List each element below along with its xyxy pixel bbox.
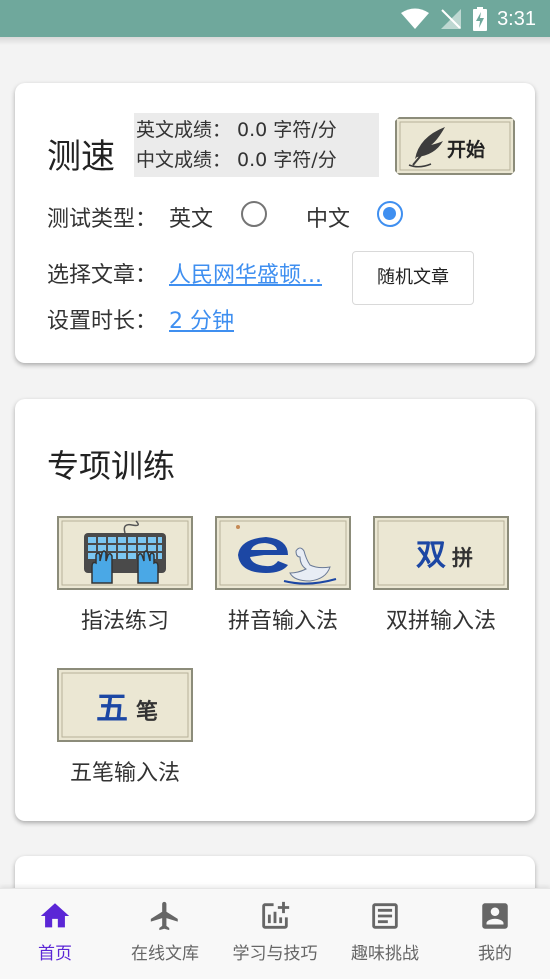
shuangpin-char-1: 双 [416,538,446,573]
english-score: 英文成绩： 0.0 字符/分 [136,119,337,141]
shuangpin-icon: 双 拼 [373,516,509,590]
wifi-icon [401,8,430,29]
nav-home-label: 首页 [38,944,72,964]
bottom-nav: 首页 在线文库 学习与技巧 趣味挑战 我的 [0,888,550,979]
article-icon [372,903,398,929]
test-type-label: 测试类型： [47,207,158,232]
pinyin-e-swan-icon [215,516,351,590]
wubi-icon: 五 笔 [57,668,193,742]
airplane-icon [150,901,178,931]
chinese-radio[interactable] [377,201,403,227]
nav-mine[interactable]: 我的 [440,899,550,964]
chinese-option-label[interactable]: 中文 [306,201,350,233]
status-icons: 3:31 [401,6,536,32]
nav-home[interactable]: 首页 [0,899,110,964]
training-title: 专项训练 [47,447,176,485]
nav-learning-label: 学习与技巧 [232,944,318,964]
english-option-label[interactable]: 英文 [169,201,213,233]
wubi-char-1: 五 [96,689,128,727]
shuangpin-tile[interactable]: 双 拼 双拼输入法 [366,515,516,635]
keyboard-hands-icon [57,516,193,590]
speed-test-title: 测速 [47,137,115,177]
pinyin-tile[interactable]: 拼音输入法 [208,515,358,635]
nav-challenge-label: 趣味挑战 [351,944,419,964]
speed-test-card: 测速 英文成绩： 0.0 字符/分 中文成绩： 0.0 字符/分 开始 测试类型… [15,83,535,363]
nav-library-label: 在线文库 [131,944,199,964]
status-time: 3:31 [497,7,536,30]
wubi-char-2: 笔 [136,699,158,725]
shuangpin-label: 双拼输入法 [385,609,496,634]
duration-link[interactable]: 2 分钟 [169,303,234,335]
random-article-button[interactable]: 随机文章 [352,251,474,305]
nav-library[interactable]: 在线文库 [110,899,220,964]
chinese-score: 中文成绩： 0.0 字符/分 [136,149,337,171]
wubi-tile[interactable]: 五 笔 五笔输入法 [50,667,200,787]
shuangpin-char-2: 拼 [452,546,473,570]
start-button[interactable]: 开始 [393,115,517,177]
no-signal-icon [441,9,462,29]
nav-challenge[interactable]: 趣味挑战 [330,899,440,964]
toolbar-shadow [0,37,550,45]
fingering-label: 指法练习 [80,609,169,634]
nav-mine-label: 我的 [478,944,512,964]
account-icon [482,903,508,929]
english-radio[interactable] [241,201,267,227]
home-icon [40,903,70,928]
score-box: 英文成绩： 0.0 字符/分 中文成绩： 0.0 字符/分 [134,113,379,177]
fingering-tile[interactable]: 指法练习 [50,515,200,635]
training-card: 专项训练 指法练习 拼音输入法 双 拼 双拼输入法 五 笔 五笔输入法 [15,399,535,821]
article-link[interactable]: 人民网华盛顿... [169,257,322,289]
nav-learning[interactable]: 学习与技巧 [220,899,330,964]
battery-charging-icon [473,7,488,31]
status-bar: 3:31 [0,0,550,37]
wubi-label: 五笔输入法 [69,761,180,786]
chart-add-icon [262,901,290,929]
article-label: 选择文章： [47,263,158,288]
start-label: 开始 [447,138,485,161]
pinyin-label: 拼音输入法 [227,609,338,634]
duration-label: 设置时长： [47,309,158,334]
